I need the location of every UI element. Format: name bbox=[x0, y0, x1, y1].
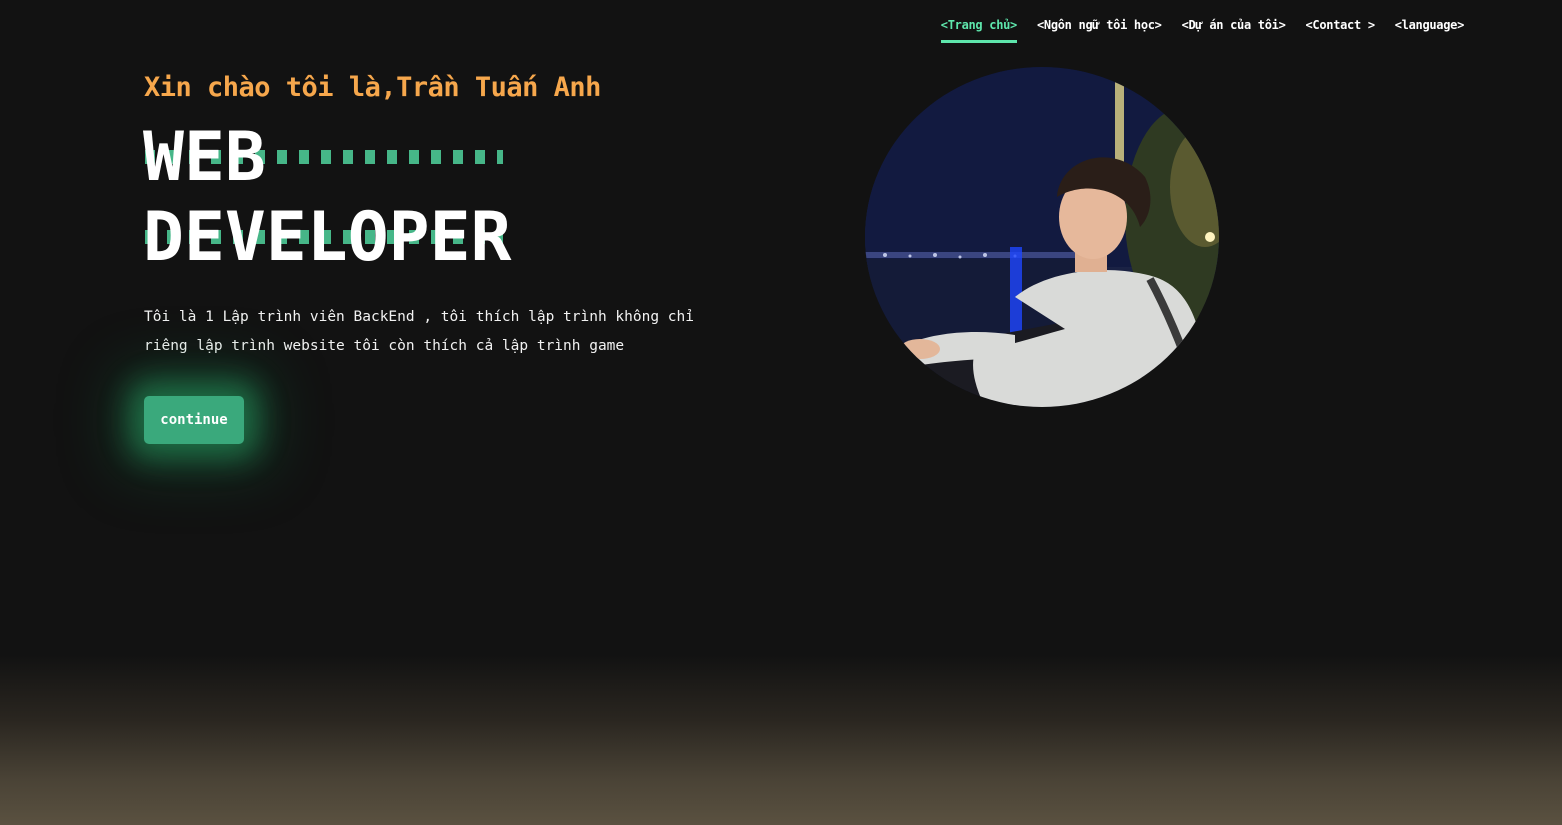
nav-item-contact[interactable]: <Contact > bbox=[1306, 18, 1376, 43]
nav-item-projects[interactable]: <Dự án của tôi> bbox=[1182, 18, 1286, 43]
page: <Trang chủ> <Ngôn ngữ tôi học> <Dự án củ… bbox=[0, 0, 1562, 825]
hero-title-web: WEB bbox=[143, 118, 266, 197]
nav-item-languages[interactable]: <Ngôn ngữ tôi học> bbox=[1037, 18, 1162, 43]
hero-title-developer: DEVELOPER bbox=[143, 198, 512, 277]
greeting-text: Xin chào tôi là,Trần Tuấn Anh bbox=[144, 72, 601, 103]
avatar-photo bbox=[865, 67, 1219, 407]
hero-title-line-2: DEVELOPER bbox=[143, 198, 511, 278]
top-navigation: <Trang chủ> <Ngôn ngữ tôi học> <Dự án củ… bbox=[940, 18, 1465, 43]
nav-item-language[interactable]: <language> bbox=[1395, 18, 1465, 43]
bio-text: Tôi là 1 Lập trình viên BackEnd , tôi th… bbox=[144, 308, 694, 354]
hero-title: WEB DEVELOPER bbox=[143, 118, 511, 278]
portrait-illustration bbox=[865, 67, 1219, 407]
hero-title-line-1: WEB bbox=[143, 118, 511, 198]
nav-item-home[interactable]: <Trang chủ> bbox=[940, 18, 1017, 43]
continue-button[interactable]: continue bbox=[144, 396, 244, 444]
